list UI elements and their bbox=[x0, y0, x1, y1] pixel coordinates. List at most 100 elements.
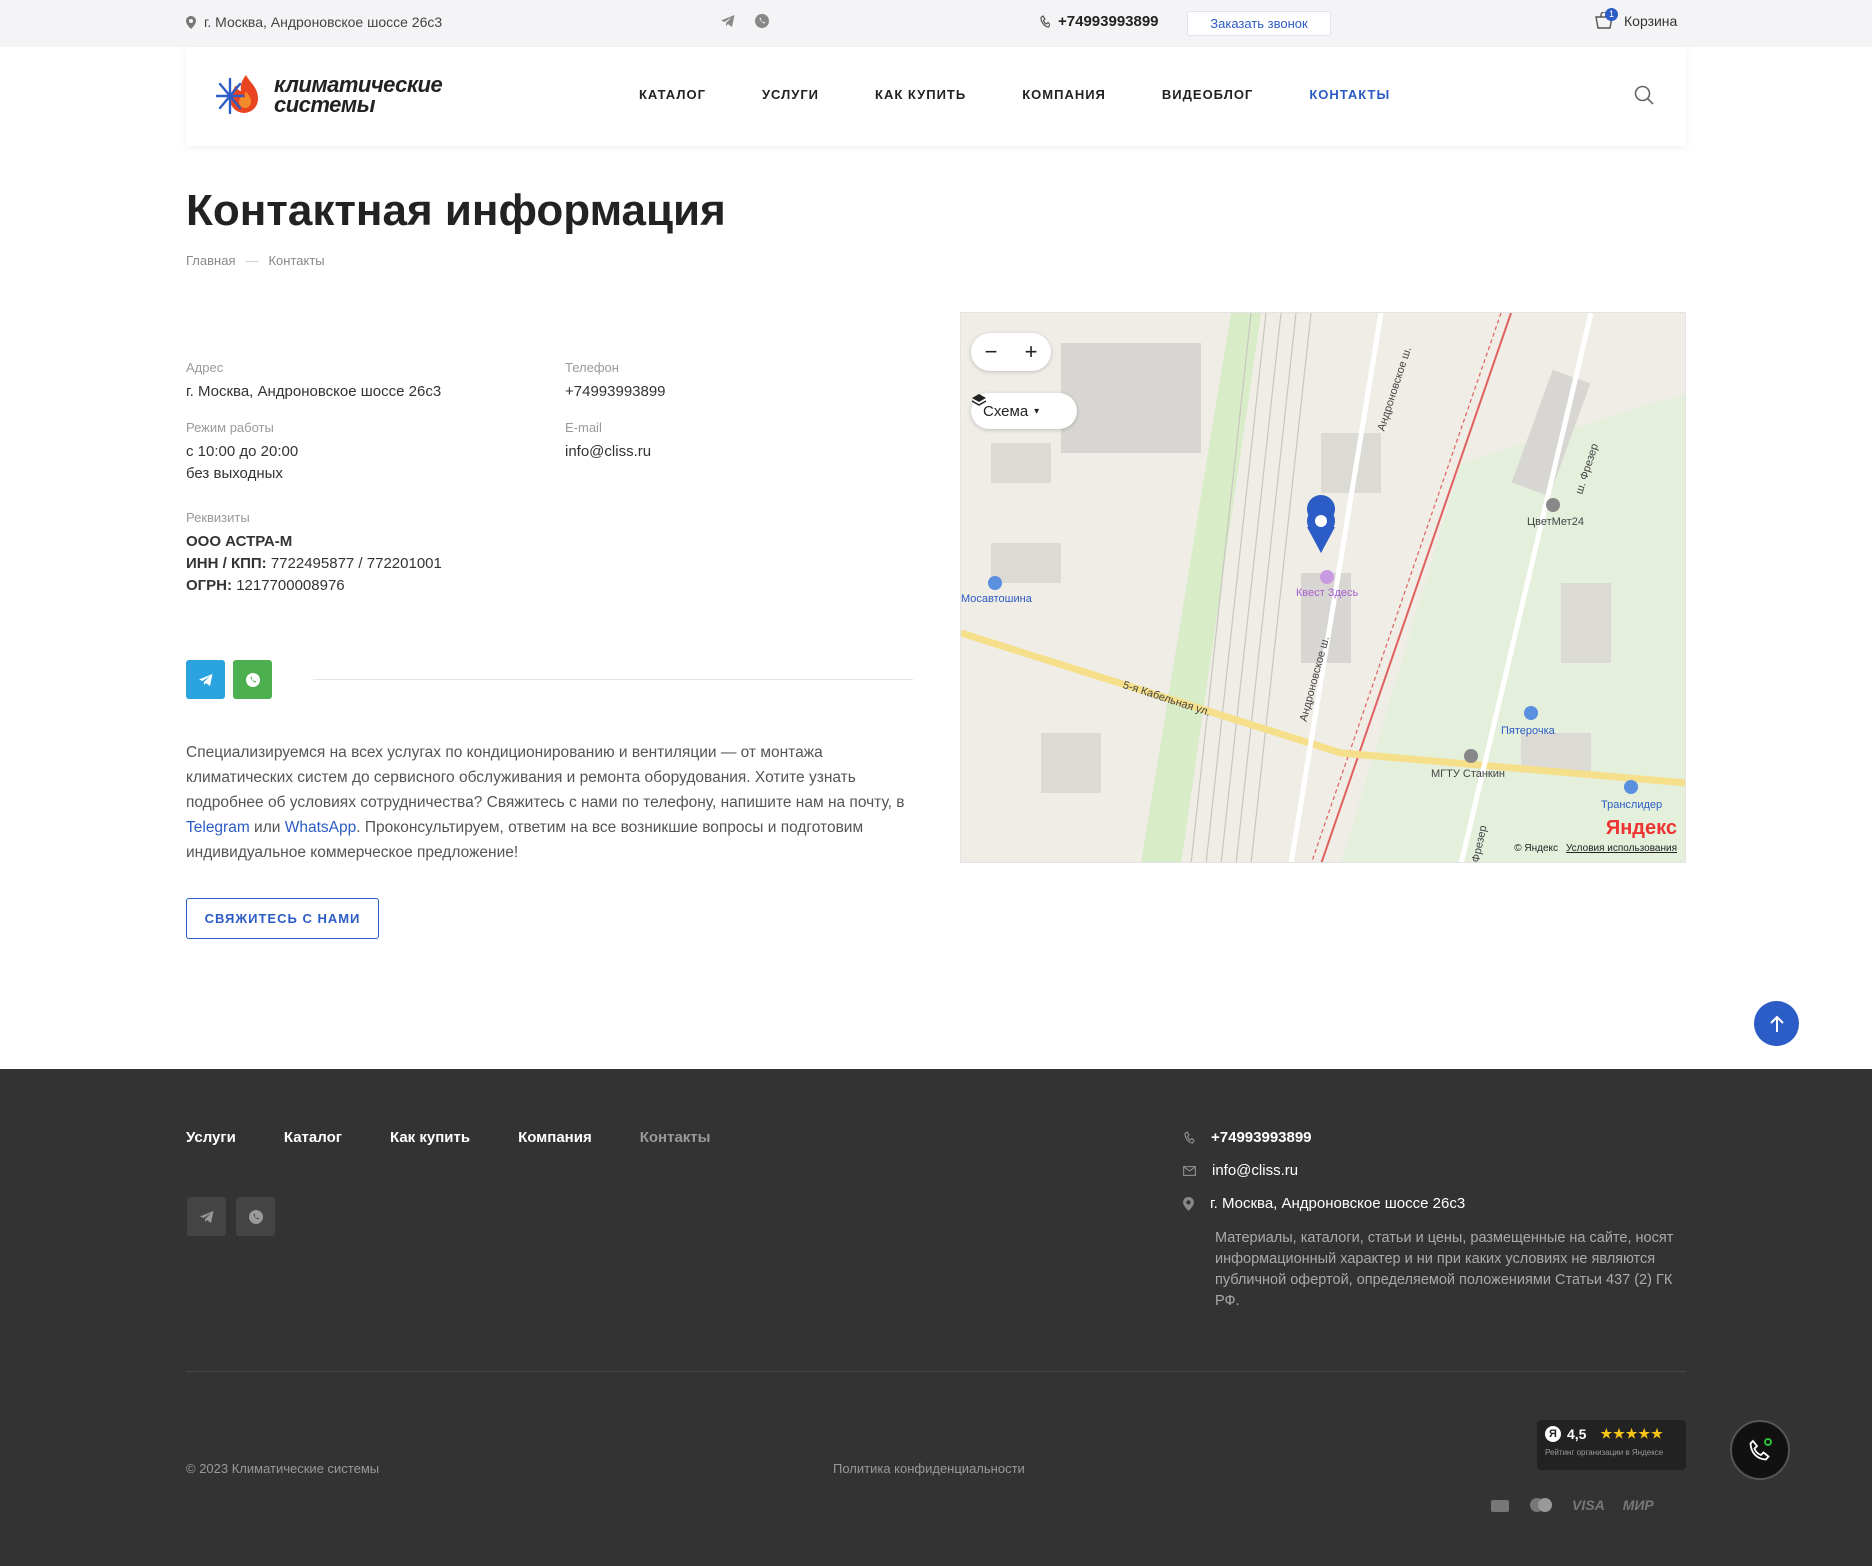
footer-nav-services[interactable]: Услуги bbox=[186, 1129, 236, 1146]
footer-disclaimer: Материалы, каталоги, статьи и цены, разм… bbox=[1215, 1230, 1674, 1309]
map-zoom-control: − + bbox=[971, 333, 1051, 371]
footer-address-text: г. Москва, Андроновское шоссе 26с3 bbox=[1210, 1195, 1466, 1212]
top-bar: г. Москва, Андроновское шоссе 26с3 +7499… bbox=[0, 0, 1872, 47]
nav-services[interactable]: УСЛУГИ bbox=[762, 87, 819, 102]
map-brand-logo: Яндекс bbox=[1606, 817, 1677, 840]
footer-phone-text[interactable]: +74993993899 bbox=[1211, 1129, 1312, 1146]
cart-label[interactable]: Корзина bbox=[1624, 13, 1677, 29]
yandex-icon: Я bbox=[1545, 1426, 1561, 1442]
map-poi-quest[interactable]: Квест Здесь bbox=[1296, 587, 1358, 599]
map-poi-pyaterochka[interactable]: Пятерочка bbox=[1501, 725, 1555, 737]
search-icon bbox=[1634, 85, 1654, 105]
map-zoom-in-button[interactable]: + bbox=[1025, 339, 1038, 365]
logo-icon bbox=[216, 75, 258, 115]
footer-nav-how-to-buy[interactable]: Как купить bbox=[390, 1129, 470, 1146]
telegram-icon bbox=[198, 673, 212, 686]
footer-nav-contacts[interactable]: Контакты bbox=[640, 1129, 711, 1146]
footer-socials bbox=[187, 1197, 275, 1236]
nav-videoblog[interactable]: ВИДЕОБЛОГ bbox=[1162, 87, 1253, 102]
top-phone-text[interactable]: +74993993899 bbox=[1058, 13, 1159, 30]
mastercard-icon bbox=[1530, 1498, 1552, 1512]
email-value[interactable]: info@cliss.ru bbox=[565, 441, 651, 463]
map-layer-selector[interactable]: Схема ▾ bbox=[971, 393, 1077, 429]
nav-company[interactable]: КОМПАНИЯ bbox=[1022, 87, 1106, 102]
callback-button[interactable]: Заказать звонок bbox=[1187, 11, 1331, 36]
footer-email-text[interactable]: info@cliss.ru bbox=[1212, 1162, 1298, 1179]
logo-text: климатические системы bbox=[274, 74, 443, 116]
ogrn-label: ОГРН: bbox=[186, 577, 233, 594]
cart-count-badge: 1 bbox=[1605, 8, 1618, 21]
telegram-icon[interactable] bbox=[720, 13, 736, 29]
map-poi-translider[interactable]: Транслидер bbox=[1601, 799, 1662, 811]
search-button[interactable] bbox=[1634, 85, 1654, 110]
yandex-map[interactable]: − + Схема ▾ Квест Здесь Мосавтошина Пяте… bbox=[960, 312, 1686, 863]
whatsapp-link[interactable]: WhatsApp bbox=[285, 819, 357, 836]
footer-nav-company[interactable]: Компания bbox=[518, 1129, 592, 1146]
location-pin-icon bbox=[186, 15, 196, 29]
map-poi-tsvetmet[interactable]: ЦветМет24 bbox=[1527, 516, 1584, 528]
footer-whatsapp-button[interactable] bbox=[236, 1197, 275, 1236]
top-address: г. Москва, Андроновское шоссе 26с3 bbox=[186, 14, 442, 30]
top-socials bbox=[720, 13, 770, 29]
main-header: климатические системы КАТАЛОГ УСЛУГИ КАК… bbox=[186, 47, 1686, 146]
page-title: Контактная информация bbox=[186, 186, 726, 235]
breadcrumb-home[interactable]: Главная bbox=[186, 253, 235, 268]
wallet-icon bbox=[1491, 1500, 1509, 1512]
yandex-rating-widget[interactable]: Я 4,5 ★★★★★ Рейтинг организации в Яндекс… bbox=[1537, 1420, 1686, 1470]
telegram-button[interactable] bbox=[186, 660, 225, 699]
inn-value: 7722495877 / 772201001 bbox=[270, 555, 442, 572]
contact-socials bbox=[186, 660, 272, 699]
footer-phone[interactable]: +74993993899 bbox=[1183, 1129, 1686, 1146]
footer-contacts: +74993993899 info@cliss.ru г. Москва, Ан… bbox=[1183, 1129, 1686, 1312]
call-widget-button[interactable] bbox=[1730, 1420, 1790, 1480]
privacy-policy-link[interactable]: Политика конфиденциальности bbox=[833, 1461, 1025, 1476]
rating-caption: Рейтинг организации в Яндексе bbox=[1545, 1448, 1664, 1457]
phone-label: Телефон bbox=[565, 360, 619, 375]
footer-copyright: © 2023 Климатические системы bbox=[186, 1461, 380, 1476]
nav-contacts[interactable]: КОНТАКТЫ bbox=[1309, 87, 1390, 102]
divider-line bbox=[313, 679, 913, 680]
top-phone[interactable]: +74993993899 bbox=[1040, 13, 1159, 30]
nav-catalog[interactable]: КАТАЛОГ bbox=[639, 87, 706, 102]
mir-icon: МИР bbox=[1622, 1497, 1654, 1513]
nav-how-to-buy[interactable]: КАК КУПИТЬ bbox=[875, 87, 966, 102]
phone-icon bbox=[1040, 14, 1050, 28]
map-poi-stankin[interactable]: МГТУ Станкин bbox=[1431, 768, 1505, 780]
telegram-link[interactable]: Telegram bbox=[186, 819, 250, 836]
whatsapp-icon bbox=[248, 1209, 263, 1224]
contact-us-button[interactable]: СВЯЖИТЕСЬ С НАМИ bbox=[186, 898, 379, 939]
location-pin-icon bbox=[1183, 1196, 1194, 1211]
footer-nav: Услуги Каталог Как купить Компания Конта… bbox=[186, 1129, 758, 1146]
yandex-logo-text: Яндекс bbox=[1605, 817, 1677, 839]
inn-label: ИНН / КПП: bbox=[186, 555, 267, 572]
breadcrumb-separator: — bbox=[245, 253, 259, 268]
whatsapp-icon[interactable] bbox=[754, 13, 770, 29]
mail-icon bbox=[1183, 1165, 1196, 1176]
hours-line1: с 10:00 до 20:00 bbox=[186, 443, 299, 460]
footer-telegram-button[interactable] bbox=[187, 1197, 226, 1236]
whatsapp-button[interactable] bbox=[233, 660, 272, 699]
main-nav: КАТАЛОГ УСЛУГИ КАК КУПИТЬ КОМПАНИЯ ВИДЕО… bbox=[639, 87, 1446, 102]
phone-value[interactable]: +74993993899 bbox=[565, 381, 666, 403]
map-copyright: © Яндекс Условия использования bbox=[1514, 843, 1677, 854]
cart-link[interactable]: 1 Корзина bbox=[1594, 8, 1677, 30]
map-layer-label: Схема bbox=[983, 402, 1029, 420]
description-part1: Специализируемся на всех услугах по конд… bbox=[186, 744, 905, 811]
map-poi-mosavtoshina[interactable]: Мосавтошина bbox=[961, 593, 1032, 605]
logo[interactable]: климатические системы bbox=[216, 69, 443, 121]
requisites-field: Реквизиты ООО АСТРА-М ИНН / КПП: 7722495… bbox=[186, 510, 442, 597]
address-value: г. Москва, Андроновское шоссе 26с3 bbox=[186, 383, 442, 400]
scroll-to-top-button[interactable] bbox=[1754, 1001, 1799, 1046]
map-terms-link[interactable]: Условия использования bbox=[1566, 843, 1677, 854]
arrow-up-icon bbox=[1769, 1015, 1784, 1032]
rating-stars-icon: ★★★★★ bbox=[1600, 1426, 1664, 1441]
phone-icon bbox=[1749, 1438, 1772, 1461]
footer-email[interactable]: info@cliss.ru bbox=[1183, 1162, 1686, 1179]
phone-field: Телефон +74993993899 bbox=[565, 360, 666, 403]
payment-methods: VISA МИР bbox=[1490, 1497, 1654, 1513]
map-zoom-out-button[interactable]: − bbox=[985, 339, 998, 365]
address-field: Адрес г. Москва, Андроновское шоссе 26с3 bbox=[186, 360, 441, 403]
footer-nav-catalog[interactable]: Каталог bbox=[284, 1129, 342, 1146]
footer-divider bbox=[186, 1371, 1686, 1372]
hours-field: Режим работы с 10:00 до 20:00 без выходн… bbox=[186, 420, 298, 485]
